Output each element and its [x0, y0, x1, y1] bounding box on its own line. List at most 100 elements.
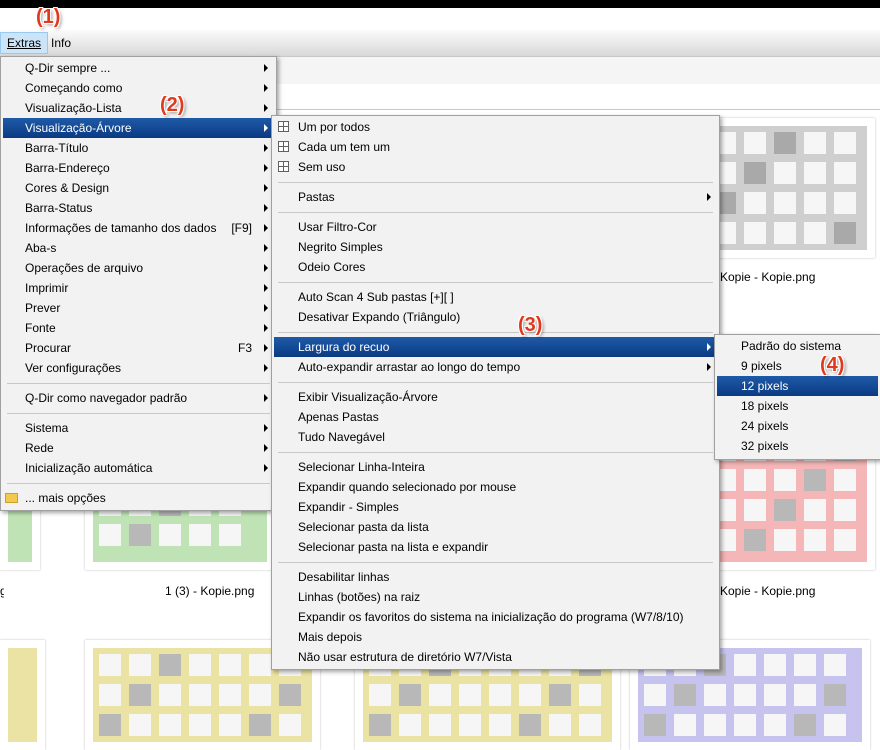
menu-item-cada-um-tem-um[interactable]: Cada um tem um	[274, 137, 717, 157]
menu-item-nao-usar-estrutura-de-diretorio-w7-vista[interactable]: Não usar estrutura de diretório W7/Vista	[274, 647, 717, 667]
menu-item-24-pixels[interactable]: 24 pixels	[717, 416, 878, 436]
menu-item-auto-scan-4-sub-pastas[interactable]: Auto Scan 4 Sub pastas [+][ ]	[274, 287, 717, 307]
menu-item-12-pixels[interactable]: 12 pixels	[717, 376, 878, 396]
menu-item-procurar[interactable]: Procurar F3	[3, 338, 274, 358]
menu-item-padrao-do-sistema[interactable]: Padrão do sistema	[717, 336, 878, 356]
menu-item-cores-design[interactable]: Cores & Design	[3, 178, 274, 198]
menu-item-fonte[interactable]: Fonte	[3, 318, 274, 338]
menu-item-prever[interactable]: Prever	[3, 298, 274, 318]
menu-item-label: Cada um tem um	[298, 140, 391, 154]
thumbnail-cell	[459, 714, 481, 736]
thumbnail-cell	[99, 524, 121, 546]
menu-item-sistema[interactable]: Sistema	[3, 418, 274, 438]
menu-item-sem-uso[interactable]: Sem uso	[274, 157, 717, 177]
thumbnail-cell	[774, 469, 796, 491]
menu-item-expandir-os-favoritos-do-sistema-na-inicializacao-do-programa-w7-8-10[interactable]: Expandir os favoritos do sistema na inic…	[274, 607, 717, 627]
menu-item-tudo-navegavel[interactable]: Tudo Navegável	[274, 427, 717, 447]
menu-item-label: Linhas (botões) na raiz	[298, 590, 421, 604]
thumbnail-cell	[744, 192, 766, 214]
menu-extras[interactable]: Extras	[0, 32, 49, 54]
menu-item-operacoes-de-arquivo[interactable]: Operações de arquivo	[3, 258, 274, 278]
menu-item-usar-filtro-cor[interactable]: Usar Filtro-Cor	[274, 217, 717, 237]
menu-item-9-pixels[interactable]: 9 pixels	[717, 356, 878, 376]
thumbnail-cell	[804, 192, 826, 214]
menu-item-q-dir-como-navegador-padrao[interactable]: Q-Dir como navegador padrão	[3, 388, 274, 408]
menu-item-largura-do-recuo[interactable]: Largura do recuo	[274, 337, 717, 357]
menu-item-selecionar-pasta-da-lista[interactable]: Selecionar pasta da lista	[274, 517, 717, 537]
menu-info[interactable]: Info	[45, 33, 77, 53]
thumbnail-image	[708, 126, 867, 250]
menu-item-label: 12 pixels	[741, 379, 789, 393]
annotation-3: (3)	[518, 314, 543, 336]
thumbnail-cell	[189, 684, 211, 706]
thumbnail-cell	[704, 714, 726, 736]
submenu-arrow-icon	[264, 244, 268, 252]
menu-item-label: Sistema	[25, 421, 69, 435]
menu-item-linhas-botoes-na-raiz[interactable]: Linhas (botões) na raiz	[274, 587, 717, 607]
menu-item-mais-depois[interactable]: Mais depois	[274, 627, 717, 647]
menu-item-inicializacao-automatica[interactable]: Inicialização automática	[3, 458, 274, 478]
image-thumbnail[interactable]	[0, 640, 45, 750]
menu-item-comecando-como[interactable]: Começando como	[3, 78, 274, 98]
thumbnail-cell	[549, 684, 571, 706]
extras-menu: Q-Dir sempre ... Começando como Visualizaç…	[0, 56, 277, 511]
menu-separator	[278, 282, 713, 283]
thumbnail-cell	[804, 132, 826, 154]
thumbnail-cell	[834, 192, 856, 214]
thumb-label: 1 (3) - Kopie.png	[165, 584, 255, 598]
menu-item-selecionar-linha-inteira[interactable]: Selecionar Linha-Inteira	[274, 457, 717, 477]
submenu-arrow-icon	[264, 64, 268, 72]
thumbnail-cell	[804, 162, 826, 184]
menu-separator	[278, 182, 713, 183]
menu-separator	[278, 452, 713, 453]
thumbnail-cell	[99, 654, 121, 676]
thumbnail-cell	[369, 714, 391, 736]
menu-item-aba-s[interactable]: Aba-s	[3, 238, 274, 258]
menu-item-label: 32 pixels	[741, 439, 789, 453]
menu-item-label: Exibir Visualização-Árvore	[298, 390, 438, 404]
menu-item-label: Inicialização automática	[25, 461, 153, 475]
menu-item-barra-status[interactable]: Barra-Status	[3, 198, 274, 218]
menu-item-barra-endereco[interactable]: Barra-Endereço	[3, 158, 274, 178]
menu-item-informacoes-de-tamanho-dos-dados[interactable]: Informações de tamanho dos dados [F9]	[3, 218, 274, 238]
menu-item-label: Informações de tamanho dos dados	[25, 221, 217, 235]
menu-item-odeio-cores[interactable]: Odeio Cores	[274, 257, 717, 277]
menu-item-desativar-expando-triangulo[interactable]: Desativar Expando (Triângulo)	[274, 307, 717, 327]
submenu-arrow-icon	[264, 324, 268, 332]
menu-item-barra-titulo[interactable]: Barra-Título	[3, 138, 274, 158]
menu-item-label: 24 pixels	[741, 419, 789, 433]
menu-item-visualizacao-lista[interactable]: Visualização-Lista	[3, 98, 274, 118]
menu-item-rede[interactable]: Rede	[3, 438, 274, 458]
thumbnail-cell	[519, 684, 541, 706]
menu-item-18-pixels[interactable]: 18 pixels	[717, 396, 878, 416]
thumbnail-cell	[459, 684, 481, 706]
menu-item-imprimir[interactable]: Imprimir	[3, 278, 274, 298]
menu-item-expandir-simples[interactable]: Expandir - Simples	[274, 497, 717, 517]
menu-item-negrito-simples[interactable]: Negrito Simples	[274, 237, 717, 257]
menu-item-label: Desabilitar linhas	[298, 570, 390, 584]
menu-item-um-por-todos[interactable]: Um por todos	[274, 117, 717, 137]
menu-item-expandir-quando-selecionado-por-mouse[interactable]: Expandir quando selecionado por mouse	[274, 477, 717, 497]
thumbnail-cell	[774, 529, 796, 551]
menu-item-desabilitar-linhas[interactable]: Desabilitar linhas	[274, 567, 717, 587]
menu-item-mais-opcoes[interactable]: ... mais opções	[3, 488, 274, 508]
thumbnail-cell	[189, 524, 211, 546]
image-thumbnail[interactable]	[700, 118, 875, 258]
menu-item-q-dir-sempre[interactable]: Q-Dir sempre ...	[3, 58, 274, 78]
thumbnail-cell	[429, 684, 451, 706]
menu-item-label: Visualização-Árvore	[25, 121, 132, 135]
menu-item-auto-expandir-arrastar-ao-longo-do-tempo[interactable]: Auto-expandir arrastar ao longo do tempo	[274, 357, 717, 377]
menu-item-ver-configuracoes[interactable]: Ver configurações	[3, 358, 274, 378]
menu-item-label: Aba-s	[25, 241, 57, 255]
thumbnail-cell	[794, 714, 816, 736]
menu-item-pastas[interactable]: Pastas	[274, 187, 717, 207]
menu-item-apenas-pastas[interactable]: Apenas Pastas	[274, 407, 717, 427]
grid-radio-icon	[278, 141, 289, 152]
submenu-arrow-icon	[707, 343, 711, 351]
annotation-1: (1)	[36, 6, 61, 28]
menu-item-exibir-visualizacao-arvore[interactable]: Exibir Visualização-Árvore	[274, 387, 717, 407]
menu-item-selecionar-pasta-na-lista-e-expandir[interactable]: Selecionar pasta na lista e expandir	[274, 537, 717, 557]
menu-item-32-pixels[interactable]: 32 pixels	[717, 436, 878, 456]
menu-item-visualizacao-arvore[interactable]: Visualização-Árvore	[3, 118, 274, 138]
submenu-arrow-icon	[264, 444, 268, 452]
